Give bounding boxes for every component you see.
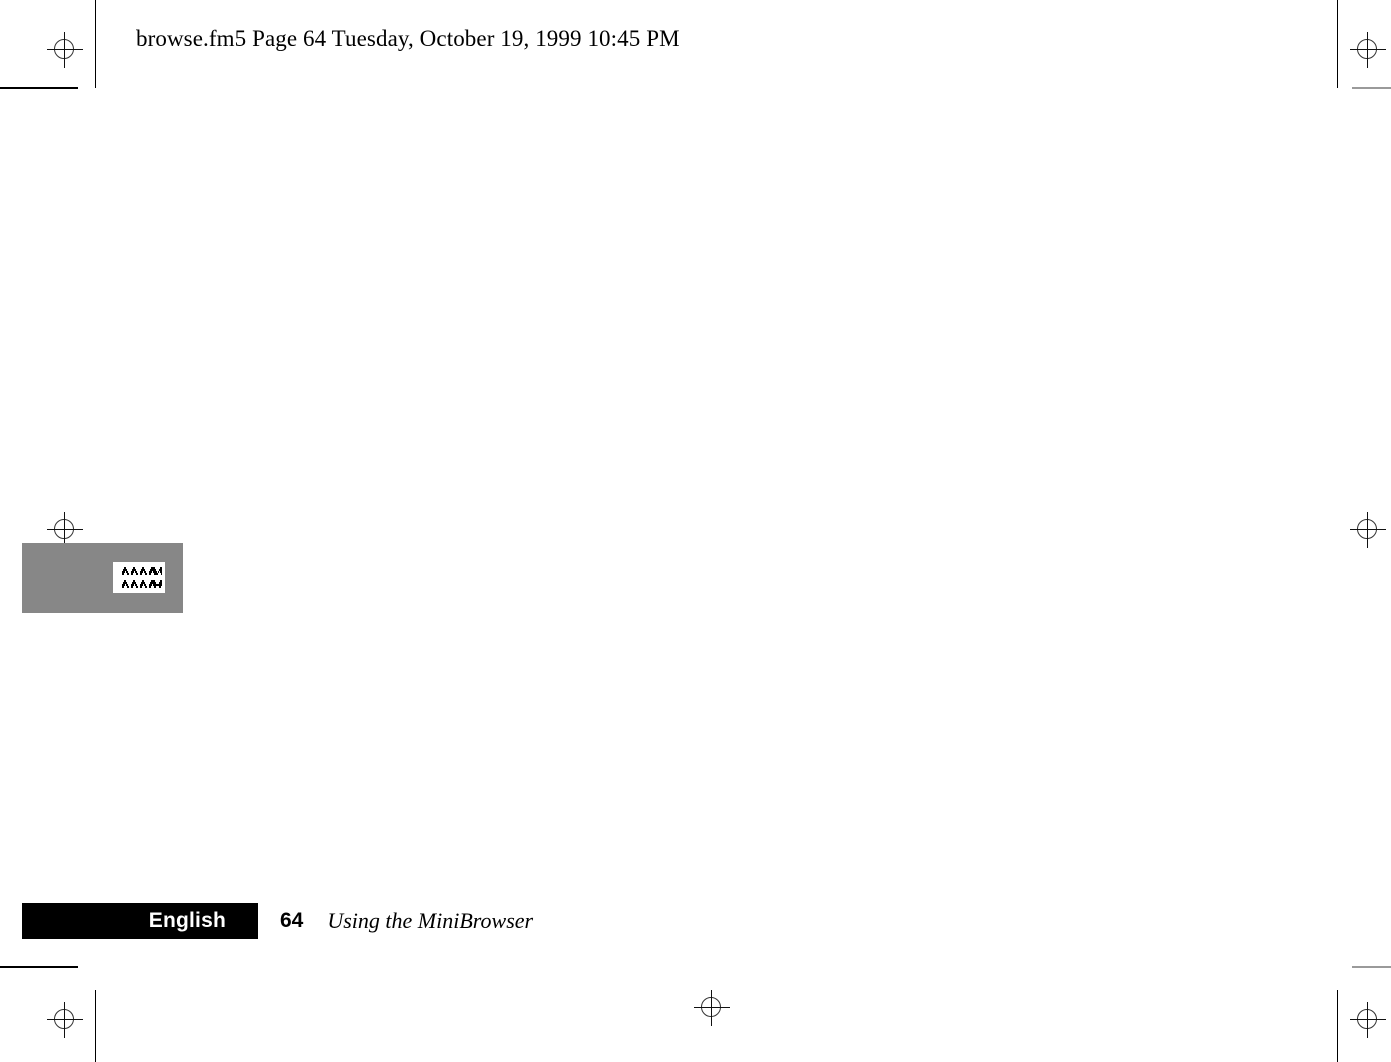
registration-mark-middle-right — [1348, 510, 1388, 550]
page-header-text: browse.fm5 Page 64 Tuesday, October 19, … — [136, 26, 680, 51]
registration-hline — [1350, 529, 1386, 530]
registration-vline — [1367, 512, 1368, 548]
registration-hline — [47, 529, 83, 530]
language-label: English — [148, 909, 226, 932]
registration-hline — [1350, 1019, 1386, 1020]
trim-mark-top-right-horizontal — [1352, 87, 1391, 89]
trim-mark-bottom-left-vertical — [95, 990, 96, 1062]
registration-vline — [64, 1002, 65, 1038]
registration-hline — [47, 49, 83, 50]
trim-mark-top-left-horizontal — [0, 87, 78, 89]
registration-vline — [64, 32, 65, 68]
trim-mark-top-left-vertical — [95, 0, 96, 88]
trim-mark-bottom-right-horizontal — [1352, 966, 1391, 968]
registration-mark-top-right — [1348, 30, 1388, 70]
trim-mark-bottom-right-vertical — [1337, 990, 1338, 1062]
trim-mark-bottom-left-horizontal — [0, 966, 78, 968]
language-bar: English — [22, 903, 258, 939]
registration-hline — [47, 1019, 83, 1020]
registration-hline — [1350, 49, 1386, 50]
registration-mark-bottom-left — [45, 1000, 85, 1040]
registration-vline — [711, 990, 712, 1026]
registration-vline — [1367, 32, 1368, 68]
registration-vline — [1367, 1002, 1368, 1038]
registration-hline — [694, 1007, 730, 1008]
page-footer: English 64 Using the MiniBrowser — [22, 903, 533, 939]
registration-mark-bottom-center — [692, 988, 732, 1028]
registration-mark-top-left — [45, 30, 85, 70]
registration-mark-bottom-right — [1348, 1000, 1388, 1040]
footer-right-group: 64 Using the MiniBrowser — [258, 903, 533, 939]
figure-gray-block — [22, 543, 183, 613]
section-title: Using the MiniBrowser — [327, 908, 534, 933]
trim-mark-top-right-vertical — [1337, 0, 1338, 88]
www-icon — [113, 562, 165, 593]
page-number: 64 — [280, 909, 304, 932]
